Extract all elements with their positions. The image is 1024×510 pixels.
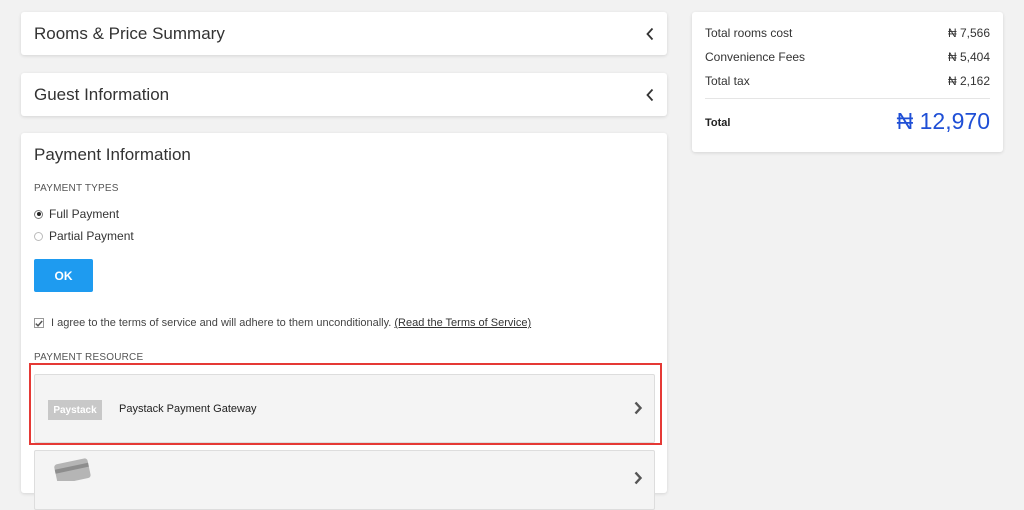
credit-card-icon <box>54 458 91 481</box>
terms-agree-row: I agree to the terms of service and will… <box>34 317 531 329</box>
chevron-right-icon <box>634 471 643 485</box>
payment-info-panel: Payment Information PAYMENT TYPES Full P… <box>21 133 667 510</box>
terms-of-service-link[interactable]: (Read the Terms of Service) <box>394 317 531 329</box>
rooms-price-header[interactable]: Rooms & Price Summary <box>21 12 667 55</box>
paystack-logo: Paystack <box>48 400 102 420</box>
chevron-left-icon[interactable] <box>645 27 655 41</box>
summary-row-label: Total tax <box>705 74 750 88</box>
partial-payment-label: Partial Payment <box>49 229 134 243</box>
chevron-right-icon <box>634 401 643 415</box>
full-payment-label: Full Payment <box>49 207 120 221</box>
ok-button[interactable]: OK <box>34 259 93 292</box>
total-value: ₦ 12,970 <box>896 108 990 134</box>
paystack-gateway-option[interactable]: Paystack Paystack Payment Gateway <box>34 374 655 443</box>
full-payment-option[interactable]: Full Payment <box>34 207 119 221</box>
summary-row-label: Convenience Fees <box>705 50 806 64</box>
guest-info-accordion[interactable]: Guest Information <box>21 73 667 116</box>
summary-row-value: ₦ 5,404 <box>947 50 990 64</box>
payment-info-title: Payment Information <box>34 145 191 164</box>
guest-info-header[interactable]: Guest Information <box>21 73 667 116</box>
terms-agree-text: I agree to the terms of service and will… <box>51 317 392 329</box>
price-summary-card: Total rooms cost ₦ 7,566 Convenience Fee… <box>692 12 1003 152</box>
summary-row: Total tax ₦ 2,162 <box>705 74 990 88</box>
payment-types-label: PAYMENT TYPES <box>34 183 119 194</box>
guest-info-title: Guest Information <box>34 84 170 104</box>
payment-resource-label: PAYMENT RESOURCE <box>34 352 144 363</box>
summary-row-value: ₦ 2,162 <box>947 74 990 88</box>
total-label: Total <box>705 117 731 129</box>
summary-row: Convenience Fees ₦ 5,404 <box>705 50 990 64</box>
partial-payment-radio[interactable] <box>34 231 43 241</box>
full-payment-radio[interactable] <box>34 209 43 219</box>
summary-row: Total rooms cost ₦ 7,566 <box>705 26 990 40</box>
card-gateway-option[interactable] <box>34 450 655 510</box>
terms-checkbox[interactable] <box>34 318 44 328</box>
paystack-gateway-name: Paystack Payment Gateway <box>119 403 257 415</box>
summary-row-value: ₦ 7,566 <box>947 26 990 40</box>
rooms-price-accordion[interactable]: Rooms & Price Summary <box>21 12 667 55</box>
partial-payment-option[interactable]: Partial Payment <box>34 229 134 243</box>
summary-divider <box>705 98 990 99</box>
checkmark-icon <box>35 320 43 327</box>
summary-row-label: Total rooms cost <box>705 26 793 40</box>
rooms-price-title: Rooms & Price Summary <box>34 23 225 43</box>
chevron-left-icon[interactable] <box>645 88 655 102</box>
